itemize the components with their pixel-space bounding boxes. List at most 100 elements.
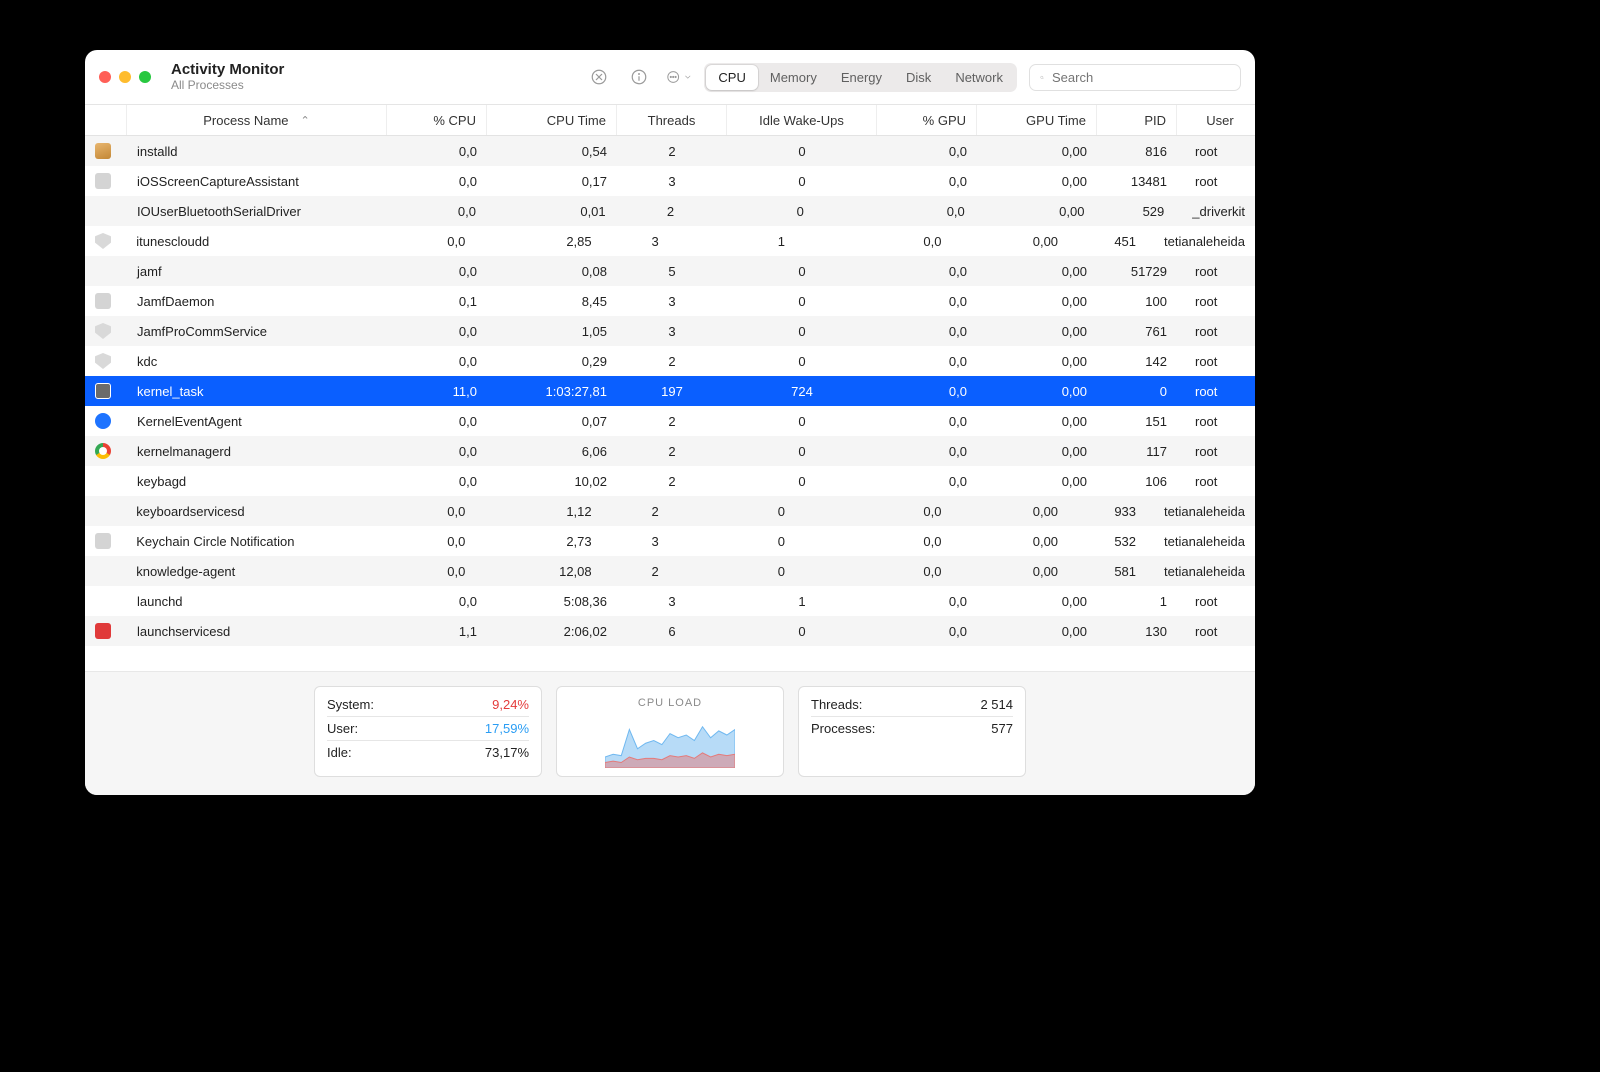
process-icon	[95, 143, 111, 159]
table-row[interactable]: launchservicesd1,12:06,02600,00,00130roo…	[85, 616, 1255, 646]
idle-wakeups: 0	[798, 624, 805, 639]
col-gpu[interactable]: % GPU	[877, 105, 977, 135]
pid: 51729	[1131, 264, 1167, 279]
table-row[interactable]: keyboardservicesd0,01,12200,00,00933teti…	[85, 496, 1255, 526]
chart-title: CPU LOAD	[638, 697, 702, 709]
pid: 0	[1160, 384, 1167, 399]
threads: 2	[651, 504, 658, 519]
col-cpu[interactable]: % CPU	[387, 105, 487, 135]
table-row[interactable]: itunescloudd0,02,85310,00,00451tetianale…	[85, 226, 1255, 256]
gpu-pct: 0,0	[949, 444, 967, 459]
gpu-time: 0,00	[1033, 534, 1058, 549]
idle-wakeups: 724	[791, 384, 813, 399]
col-pid[interactable]: PID	[1097, 105, 1177, 135]
cpu-pct: 0,0	[447, 234, 465, 249]
cpu-time: 1,05	[582, 324, 607, 339]
tab-cpu[interactable]: CPU	[706, 65, 757, 90]
cpu-time: 2,73	[566, 534, 591, 549]
process-icon	[95, 353, 111, 369]
user: root	[1195, 294, 1217, 309]
pid: 532	[1114, 534, 1136, 549]
table-row[interactable]: kernel_task11,01:03:27,811977240,00,000r…	[85, 376, 1255, 406]
table-row[interactable]: kernelmanagerd0,06,06200,00,00117root	[85, 436, 1255, 466]
table-row[interactable]: jamf0,00,08500,00,0051729root	[85, 256, 1255, 286]
close-button[interactable]	[99, 71, 111, 83]
col-threads[interactable]: Threads	[617, 105, 727, 135]
table-row[interactable]: Keychain Circle Notification0,02,73300,0…	[85, 526, 1255, 556]
app-title-text: Activity Monitor	[171, 62, 284, 79]
idle-wakeups: 0	[798, 294, 805, 309]
cpu-pct: 0,0	[459, 594, 477, 609]
gpu-time: 0,00	[1062, 264, 1087, 279]
stop-process-button[interactable]	[586, 64, 612, 90]
table-row[interactable]: IOUserBluetoothSerialDriver0,00,01200,00…	[85, 196, 1255, 226]
gpu-pct: 0,0	[923, 504, 941, 519]
process-icon	[95, 473, 111, 489]
threads: 2	[668, 144, 675, 159]
col-user[interactable]: User	[1177, 105, 1255, 135]
minimize-button[interactable]	[119, 71, 131, 83]
threads: 2	[668, 414, 675, 429]
user: tetianaleheida	[1164, 234, 1245, 249]
process-icon	[95, 323, 111, 339]
idle-pct: 73,17%	[485, 745, 529, 760]
cpu-time: 1,12	[566, 504, 591, 519]
cpu-pct: 0,0	[459, 174, 477, 189]
footer: System:9,24% User:17,59% Idle:73,17% CPU…	[85, 671, 1255, 795]
process-table[interactable]: installd0,00,54200,00,00816rootiOSScreen…	[85, 136, 1255, 671]
user: root	[1195, 474, 1217, 489]
col-wakeups[interactable]: Idle Wake-Ups	[727, 105, 877, 135]
table-row[interactable]: knowledge-agent0,012,08200,00,00581tetia…	[85, 556, 1255, 586]
col-icon[interactable]	[85, 105, 127, 135]
zoom-button[interactable]	[139, 71, 151, 83]
process-name: IOUserBluetoothSerialDriver	[137, 204, 301, 219]
tab-disk[interactable]: Disk	[894, 65, 943, 90]
col-process-name[interactable]: Process Name ⌃	[127, 105, 387, 135]
gpu-time: 0,00	[1062, 324, 1087, 339]
table-row[interactable]: kdc0,00,29200,00,00142root	[85, 346, 1255, 376]
search-field[interactable]	[1029, 64, 1241, 91]
app-subtitle-text: All Processes	[171, 79, 284, 92]
pid: 142	[1145, 354, 1167, 369]
tab-network[interactable]: Network	[943, 65, 1015, 90]
user: tetianaleheida	[1164, 534, 1245, 549]
table-row[interactable]: JamfDaemon0,18,45300,00,00100root	[85, 286, 1255, 316]
cpu-pct: 0,0	[459, 144, 477, 159]
process-name: installd	[137, 144, 177, 159]
col-cpu-time[interactable]: CPU Time	[487, 105, 617, 135]
col-gpu-time[interactable]: GPU Time	[977, 105, 1097, 135]
table-row[interactable]: KernelEventAgent0,00,07200,00,00151root	[85, 406, 1255, 436]
table-row[interactable]: launchd0,05:08,36310,00,001root	[85, 586, 1255, 616]
process-name: launchservicesd	[137, 624, 230, 639]
threads: 3	[651, 234, 658, 249]
gpu-time: 0,00	[1062, 174, 1087, 189]
process-icon	[95, 413, 111, 429]
gpu-pct: 0,0	[949, 414, 967, 429]
process-icon	[95, 623, 111, 639]
gpu-time: 0,00	[1062, 354, 1087, 369]
table-row[interactable]: iOSScreenCaptureAssistant0,00,17300,00,0…	[85, 166, 1255, 196]
process-name: kdc	[137, 354, 157, 369]
gpu-time: 0,00	[1059, 204, 1084, 219]
table-row[interactable]: JamfProCommService0,01,05300,00,00761roo…	[85, 316, 1255, 346]
gpu-time: 0,00	[1033, 504, 1058, 519]
table-row[interactable]: installd0,00,54200,00,00816root	[85, 136, 1255, 166]
idle-wakeups: 0	[778, 564, 785, 579]
tab-memory[interactable]: Memory	[758, 65, 829, 90]
info-button[interactable]	[626, 64, 652, 90]
chevron-down-icon	[683, 71, 693, 83]
gpu-pct: 0,0	[949, 324, 967, 339]
table-row[interactable]: keybagd0,010,02200,00,00106root	[85, 466, 1255, 496]
process-name: KernelEventAgent	[137, 414, 242, 429]
process-icon	[95, 593, 111, 609]
gpu-time: 0,00	[1062, 444, 1087, 459]
search-input[interactable]	[1050, 69, 1230, 86]
cpu-pct: 0,0	[459, 324, 477, 339]
user: root	[1195, 624, 1217, 639]
more-options-button[interactable]	[666, 64, 692, 90]
threads: 3	[668, 594, 675, 609]
tab-energy[interactable]: Energy	[829, 65, 894, 90]
cpu-load-chart-panel: CPU LOAD	[556, 686, 784, 777]
cpu-time: 12,08	[559, 564, 592, 579]
cpu-time: 5:08,36	[564, 594, 607, 609]
